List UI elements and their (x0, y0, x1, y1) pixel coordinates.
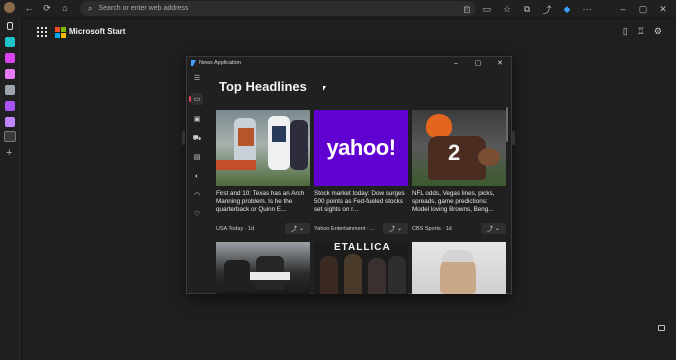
chevron-down-icon: ⌄ (494, 226, 501, 232)
back-icon[interactable]: ← (22, 1, 36, 15)
vertical-tabs-sidebar: + (0, 17, 20, 360)
trophy-icon[interactable]: ♖ (637, 26, 645, 37)
tab-icon-3[interactable] (5, 69, 15, 79)
phone-icon[interactable]: ▯ (623, 26, 628, 37)
browser-toolbar: ← ⟳ ⌂ ⌕ Search or enter web address ☆ ◻ … (0, 0, 676, 17)
feedback-icon[interactable] (658, 325, 665, 331)
tab-icon-5[interactable] (5, 101, 15, 111)
card-source: Yahoo Entertainment · ... (314, 226, 375, 232)
brand-title[interactable]: Microsoft Start (69, 27, 125, 36)
card-title[interactable]: First and 10: Texas has an Arch Manning … (216, 190, 310, 223)
profile-avatar[interactable] (4, 2, 15, 13)
mouse-cursor (323, 86, 326, 91)
gear-icon[interactable]: ⚙ (654, 26, 662, 37)
news-card[interactable]: 2 NFL odds, Vegas lines, picks, spreads,… (412, 110, 506, 234)
window-title: News Application (199, 60, 241, 66)
more-icon[interactable]: ⋯ (580, 2, 594, 16)
news-app-window: News Application – ▢ ✕ ☰ ▭ ▣ ⛟ ▤ ◐ ◠ ♡ T… (186, 56, 512, 294)
card-title[interactable]: NFL odds, Vegas lines, picks, spreads, g… (412, 190, 506, 223)
tab-icon-4[interactable] (5, 85, 15, 95)
menu-icon[interactable]: ☰ (191, 72, 203, 84)
share-button[interactable]: ⤴ ⌄ (383, 223, 408, 234)
browns-player-photo: 2 (412, 110, 506, 186)
scroll-left-handle[interactable] (182, 131, 185, 145)
page-heading: Top Headlines (219, 79, 307, 94)
band-banner-text: ETALLICA (334, 242, 391, 253)
tab-icon-1[interactable] (5, 37, 15, 47)
yahoo-logo-image: yahoo! (314, 110, 408, 186)
app-launcher-icon[interactable] (37, 27, 47, 37)
nav-rail: ☰ ▭ ▣ ⛟ ▤ ◐ ◠ ♡ (187, 69, 207, 294)
split-screen-icon[interactable]: ▭ (480, 2, 494, 16)
news-thumbnail[interactable] (216, 242, 310, 294)
card-source: USA Today · 1d (216, 226, 255, 232)
tab-actions-icon[interactable] (7, 22, 13, 30)
film-icon[interactable]: ▤ (191, 151, 203, 163)
heart-icon[interactable]: ♡ (191, 208, 203, 220)
card-title[interactable]: Stock market today: Dow surges 500 point… (314, 190, 408, 223)
minimize-button[interactable]: – (445, 57, 467, 69)
share-icon: ⤴ (388, 227, 395, 233)
share-icon[interactable]: ⤴ (540, 2, 554, 16)
page-header: Microsoft Start ▯ ♖ ⚙ (23, 20, 676, 44)
app-logo-icon (191, 60, 196, 66)
app-titlebar: News Application – ▢ ✕ (187, 57, 511, 69)
news-icon[interactable]: ▭ (189, 93, 203, 105)
scroll-right-handle[interactable] (512, 131, 515, 145)
car-icon[interactable]: ⛟ (191, 132, 203, 144)
copilot-icon[interactable]: ◆ (560, 2, 574, 16)
news-card[interactable]: yahoo! Stock market today: Dow surges 50… (314, 110, 408, 234)
football-photo (216, 110, 310, 186)
news-thumbnail[interactable]: ETALLICA (314, 242, 408, 294)
scrollbar[interactable] (506, 107, 508, 142)
share-button[interactable]: ⤴ ⌄ (285, 223, 310, 234)
maximize-icon[interactable]: ▢ (636, 2, 650, 16)
maximize-button[interactable]: ▢ (467, 57, 489, 69)
extensions-icon[interactable]: ◻ (460, 2, 474, 16)
share-icon: ⤴ (486, 227, 493, 233)
share-button[interactable]: ⤴ ⌄ (481, 223, 506, 234)
card-source: CBS Sports · 1d (412, 226, 452, 232)
search-icon: ⌕ (88, 3, 93, 13)
collections-icon[interactable]: ⧉ (520, 2, 534, 16)
news-card[interactable]: First and 10: Texas has an Arch Manning … (216, 110, 310, 234)
news-thumbnail[interactable] (412, 242, 506, 294)
chevron-down-icon: ⌄ (396, 226, 403, 232)
address-bar[interactable]: ⌕ Search or enter web address ☆ (80, 1, 476, 16)
minimize-icon[interactable]: – (616, 2, 630, 16)
address-placeholder: Search or enter web address (98, 5, 189, 12)
photo-icon[interactable]: ▣ (191, 113, 203, 125)
close-icon[interactable]: ✕ (656, 2, 670, 16)
jersey-number: 2 (448, 140, 461, 165)
new-tab-icon[interactable]: + (6, 147, 12, 159)
favorites-icon[interactable]: ☆ (500, 2, 514, 16)
share-icon: ⤴ (290, 227, 297, 233)
chevron-down-icon: ⌄ (298, 226, 305, 232)
tab-icon-6[interactable] (5, 117, 15, 127)
microsoft-logo (55, 27, 66, 38)
sports-icon[interactable]: ◐ (191, 170, 203, 182)
tab-icon-active[interactable] (4, 131, 16, 142)
close-button[interactable]: ✕ (489, 57, 511, 69)
yahoo-logo-text: yahoo! (326, 135, 396, 160)
game-icon[interactable]: ◠ (191, 189, 203, 201)
tab-icon-2[interactable] (5, 53, 15, 63)
refresh-icon[interactable]: ⟳ (40, 1, 54, 15)
home-icon[interactable]: ⌂ (58, 1, 72, 15)
